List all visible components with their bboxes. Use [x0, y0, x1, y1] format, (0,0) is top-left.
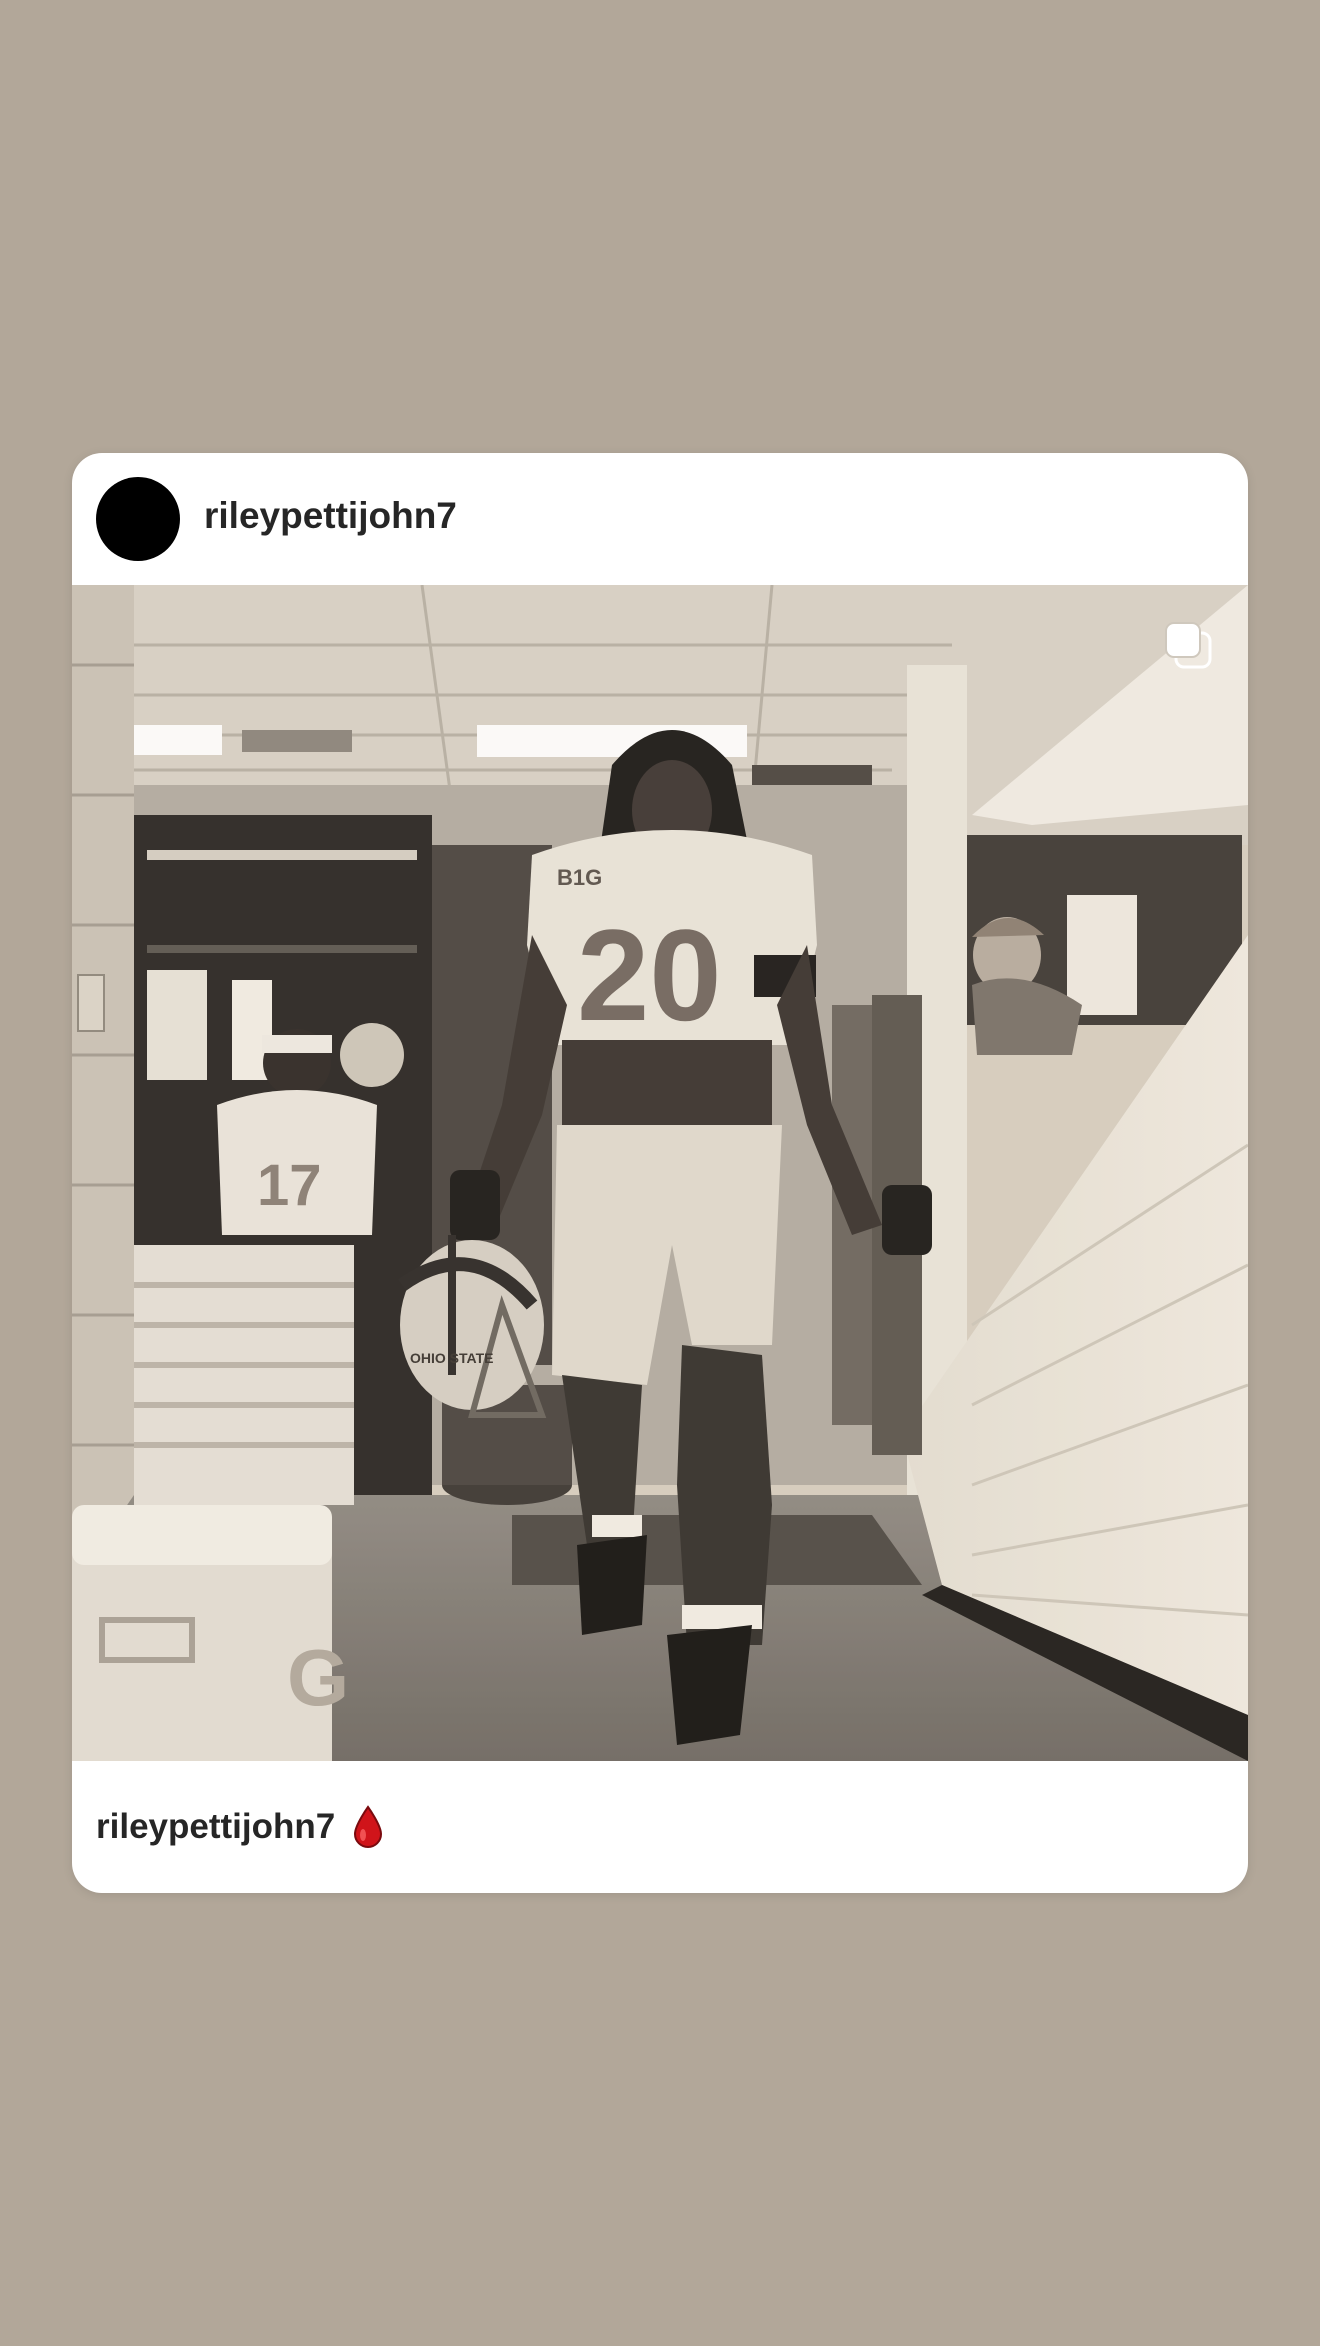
post-photo[interactable]: 17 G 20 B1G OHIO STATE: [72, 585, 1248, 1761]
post-footer: rileypettijohn7: [72, 1761, 1248, 1893]
post-caption: rileypettijohn7: [96, 1761, 383, 1893]
red-drop-icon: [354, 1805, 383, 1848]
avatar-circle-icon[interactable]: [96, 477, 180, 561]
post-header: rileypettijohn7: [72, 453, 1248, 585]
post-username[interactable]: rileypettijohn7: [204, 453, 457, 585]
locker-room-photo: 17 G 20 B1G OHIO STATE: [72, 585, 1248, 1761]
caption-username[interactable]: rileypettijohn7: [96, 1761, 335, 1893]
post-card: rileypettijohn7 17 G 20 B1G OHIO STATE r…: [72, 453, 1248, 1893]
multiple-images-icon: [1165, 622, 1212, 669]
